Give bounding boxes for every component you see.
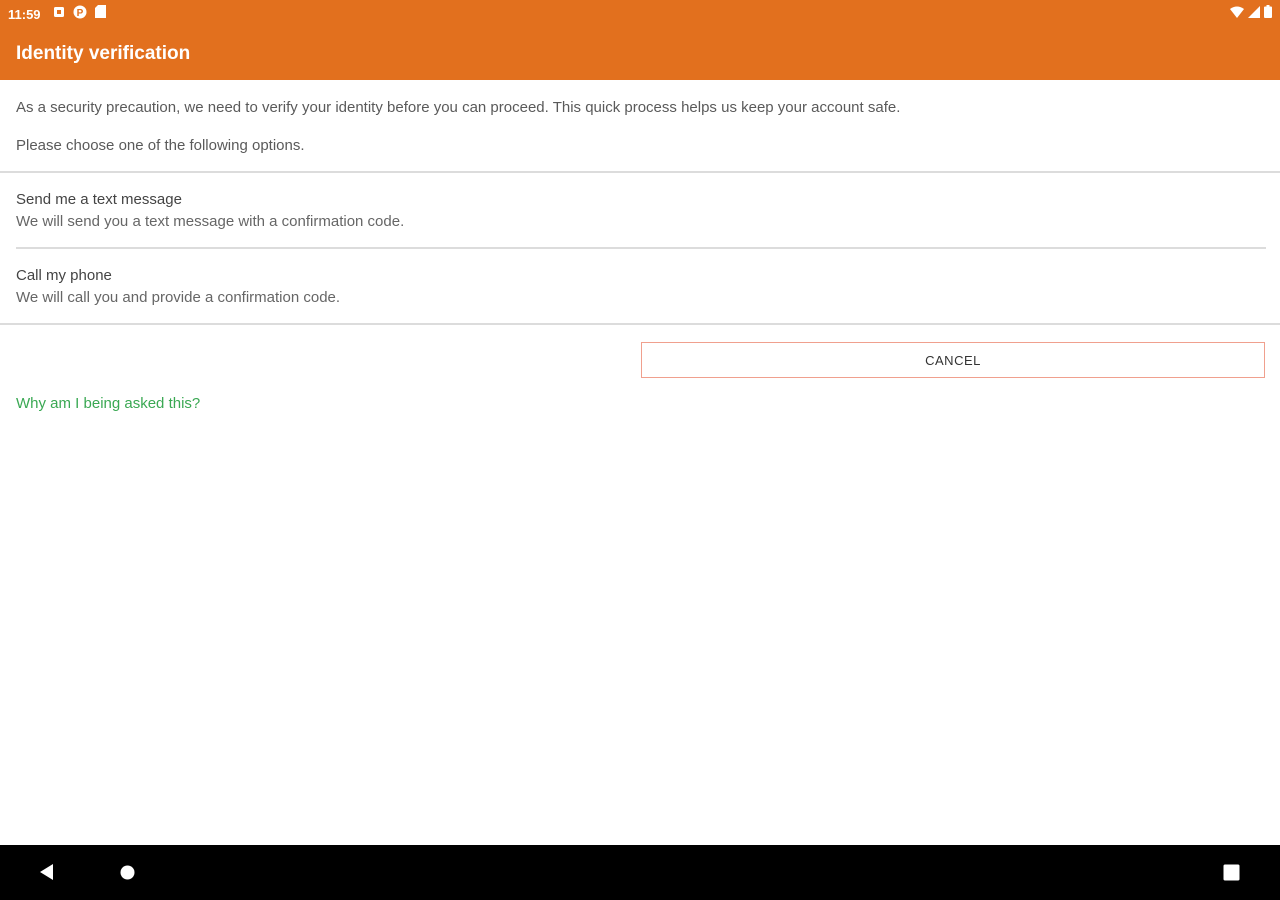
svg-text:P: P <box>76 8 83 19</box>
wifi-icon <box>1230 5 1244 23</box>
back-icon[interactable] <box>38 863 56 886</box>
option-text-message[interactable]: Send me a text message We will send you … <box>0 190 1280 232</box>
option-title: Call my phone <box>16 267 112 284</box>
option-title: Send me a text message <box>16 191 182 208</box>
status-notification-icons: P <box>53 5 106 24</box>
navigation-bar <box>0 845 1280 900</box>
security-message: As a security precaution, we need to ver… <box>16 99 901 116</box>
status-bar: 11:59 P <box>0 0 1280 28</box>
option-subtitle: We will send you a text message with a c… <box>16 213 405 230</box>
why-asked-link[interactable]: Why am I being asked this? <box>16 395 200 412</box>
option-subtitle: We will call you and provide a confirmat… <box>16 289 341 306</box>
app-bar: Identity verification <box>0 28 1280 80</box>
notification-icon <box>53 5 65 23</box>
signal-icon <box>1248 5 1260 23</box>
divider <box>16 247 1266 249</box>
p-badge-icon: P <box>73 5 87 24</box>
sd-card-icon <box>94 5 106 23</box>
options-prompt: Please choose one of the following optio… <box>16 137 305 154</box>
home-icon[interactable] <box>120 865 135 885</box>
recents-icon[interactable] <box>1223 864 1240 886</box>
option-call-phone[interactable]: Call my phone We will call you and provi… <box>0 266 1280 308</box>
divider <box>0 171 1280 173</box>
status-time: 11:59 <box>8 6 41 22</box>
cancel-button[interactable]: CANCEL <box>641 342 1265 378</box>
divider <box>0 323 1280 325</box>
intro-section: As a security precaution, we need to ver… <box>0 80 1280 156</box>
battery-icon <box>1264 5 1272 23</box>
status-system-icons <box>1230 5 1272 23</box>
page-title: Identity verification <box>16 43 191 64</box>
